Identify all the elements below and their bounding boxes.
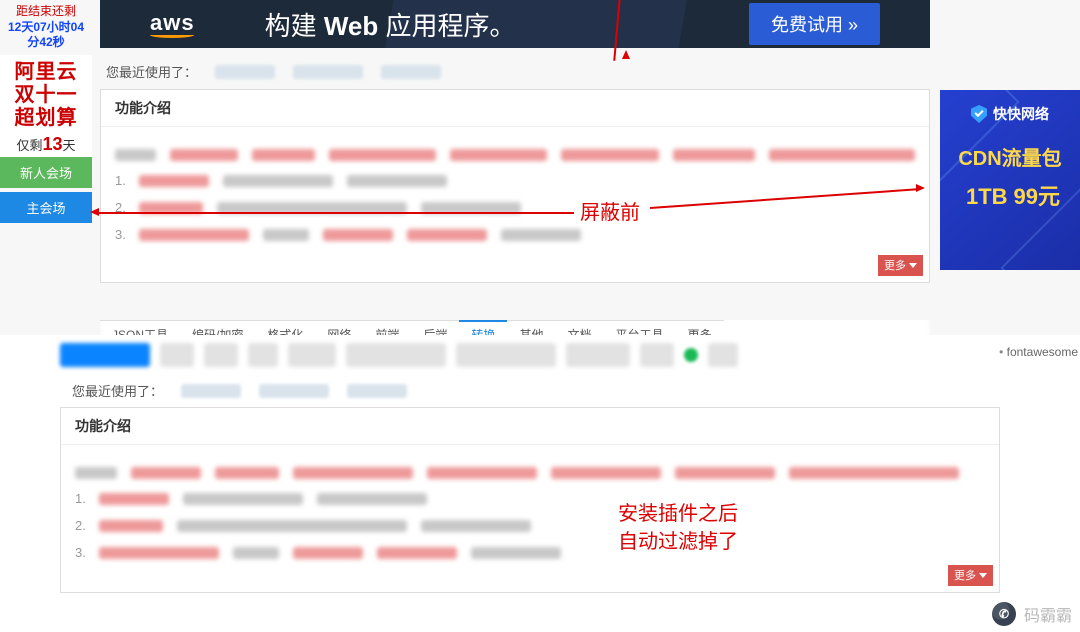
blurred-text: [789, 467, 959, 479]
toolbar-item[interactable]: [346, 343, 446, 367]
toolbar-item[interactable]: [248, 343, 278, 367]
blurred-text: [421, 520, 531, 532]
toolbar-item[interactable]: [640, 343, 674, 367]
recent-item[interactable]: [347, 384, 407, 398]
recent-item[interactable]: [181, 384, 241, 398]
promo-remain: 仅剩13天: [2, 134, 90, 155]
feature-card-title: 功能介绍: [101, 90, 929, 127]
main-content-before: 您最近使用了： 功能介绍 1.: [100, 58, 930, 283]
feature-card-title: 功能介绍: [61, 408, 999, 445]
blurred-text: [183, 493, 303, 505]
fontawesome-link[interactable]: fontawesome: [999, 345, 1078, 359]
blurred-text: [347, 175, 447, 187]
wechat-icon: ✆: [992, 602, 1016, 626]
toolbar-item[interactable]: [566, 343, 630, 367]
blurred-text: [551, 467, 661, 479]
blurred-text: [675, 467, 775, 479]
aws-cta-button[interactable]: 免费试用 »: [749, 3, 880, 45]
blurred-text: [215, 467, 279, 479]
blurred-text: [421, 202, 521, 214]
blurred-text: [407, 229, 487, 241]
more-button[interactable]: 更多: [878, 255, 923, 276]
left-ad-sidebar: 距结束还剩 12天07小时04分42秒 阿里云 双十一 超划算 仅剩13天 新人…: [0, 0, 92, 223]
blurred-text: [471, 547, 561, 559]
blurred-text: [561, 149, 659, 161]
blurred-text: [263, 229, 309, 241]
blurred-text: [99, 547, 219, 559]
countdown-label: 距结束还剩: [2, 4, 90, 20]
blurred-text: [427, 467, 537, 479]
blurred-text: [99, 493, 169, 505]
aws-banner-ad[interactable]: aws 构建 Web 应用程序。 免费试用 »: [100, 0, 930, 48]
promo-line2: 双十一: [2, 84, 90, 107]
countdown-box: 距结束还剩 12天07小时04分42秒: [0, 0, 92, 55]
watermark-text: 码霸霸: [1024, 602, 1072, 626]
more-button[interactable]: 更多: [948, 565, 993, 586]
toolbar-active[interactable]: [60, 343, 150, 367]
blurred-text: [99, 520, 163, 532]
countdown-time: 12天07小时04分42秒: [2, 20, 90, 51]
blurred-text: [293, 547, 363, 559]
recent-item[interactable]: [381, 65, 441, 79]
cdn-ad[interactable]: 快快网络 CDN流量包 1TB99元: [940, 90, 1080, 270]
chevron-down-icon: [909, 263, 917, 268]
feature-card: 功能介绍 1.: [60, 407, 1000, 593]
feature-card: 功能介绍 1.: [100, 89, 930, 283]
blurred-text: [501, 229, 581, 241]
blurred-text: [131, 467, 201, 479]
toolbar-item[interactable]: [204, 343, 238, 367]
shield-icon: [971, 105, 987, 123]
blurred-text: [329, 149, 436, 161]
blurred-text: [139, 202, 203, 214]
blurred-text: [317, 493, 427, 505]
feature-card-body: 1. 2. 3.: [61, 445, 999, 592]
status-dot-icon: [684, 348, 698, 362]
blurred-text: [673, 149, 755, 161]
new-user-hall-button[interactable]: 新人会场: [0, 157, 92, 188]
cdn-line2: 1TB99元: [946, 179, 1074, 211]
toolbar-item[interactable]: [160, 343, 194, 367]
blurred-text: [233, 547, 279, 559]
aws-banner-title: 构建 Web 应用程序。: [265, 6, 516, 43]
toolbar-item[interactable]: [708, 343, 738, 367]
recently-used-row: 您最近使用了：: [72, 381, 407, 400]
blurred-text: [769, 149, 915, 161]
blurred-text: [217, 202, 407, 214]
toolbar-item[interactable]: [288, 343, 336, 367]
annotation-after: 安装插件之后 自动过滤掉了: [618, 500, 738, 556]
blurred-text: [450, 149, 548, 161]
promo-line3: 超划算: [2, 107, 90, 130]
blurred-text: [323, 229, 393, 241]
promo-line1: 阿里云: [2, 61, 90, 84]
recent-item[interactable]: [215, 65, 275, 79]
blurred-text: [293, 467, 413, 479]
recent-item[interactable]: [293, 65, 363, 79]
sub-toolbar: [60, 341, 1000, 369]
aws-logo: aws: [150, 10, 195, 38]
blurred-text: [139, 175, 209, 187]
blurred-text: [170, 149, 238, 161]
cdn-line1: CDN流量包: [946, 142, 1074, 171]
blurred-text: [177, 520, 407, 532]
recent-label: 您最近使用了：: [106, 62, 197, 81]
blurred-text: [75, 467, 117, 479]
feature-card-body: 1. 2. 3.: [101, 127, 929, 282]
blurred-text: [139, 229, 249, 241]
cdn-brand: 快快网络: [946, 104, 1074, 124]
recent-item[interactable]: [259, 384, 329, 398]
aliyun-promo[interactable]: 阿里云 双十一 超划算 仅剩13天: [0, 55, 92, 157]
blurred-text: [223, 175, 333, 187]
recently-used-row: 您最近使用了：: [106, 62, 930, 81]
watermark: ✆ 码霸霸: [992, 602, 1072, 626]
blurred-text: [252, 149, 314, 161]
chevron-down-icon: [979, 573, 987, 578]
blurred-text: [115, 149, 156, 161]
main-hall-button[interactable]: 主会场: [0, 192, 92, 223]
toolbar-item[interactable]: [456, 343, 556, 367]
recent-label: 您最近使用了：: [72, 381, 163, 400]
blurred-text: [377, 547, 457, 559]
